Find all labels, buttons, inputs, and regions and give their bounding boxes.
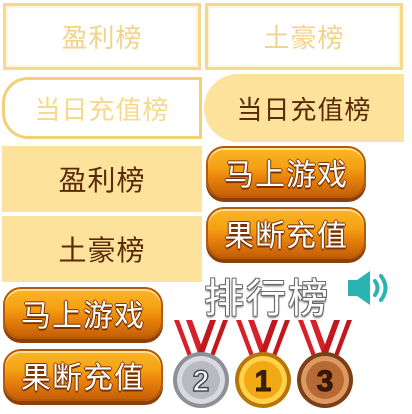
tab-label: 盈利榜 [58, 164, 146, 197]
button-label: 果断充值 [224, 219, 348, 254]
medal-rank-label: 3 [317, 365, 334, 398]
tab-label: 土豪榜 [58, 234, 146, 267]
button-label: 果断充值 [21, 361, 145, 396]
speaker-icon[interactable] [346, 268, 394, 308]
medal-bronze: 3 [290, 318, 360, 410]
tab-tycoon-active[interactable]: 土豪榜 [2, 216, 202, 282]
tab-tycoon-inactive[interactable]: 土豪榜 [205, 3, 403, 70]
medal-rank-label: 2 [193, 365, 210, 398]
play-now-button-2[interactable]: 马上游戏 [3, 287, 163, 339]
recharge-button-2[interactable]: 果断充值 [3, 349, 163, 401]
tab-daily-recharge-inactive[interactable]: 当日充值榜 [2, 77, 202, 139]
medal-rank-label: 1 [255, 365, 272, 398]
medal-gold: 1 [228, 318, 298, 410]
button-label: 马上游戏 [21, 299, 145, 334]
tab-profit-inactive[interactable]: 盈利榜 [3, 3, 201, 70]
tab-daily-recharge-active[interactable]: 当日充值榜 [204, 74, 404, 142]
tab-label: 盈利榜 [61, 24, 143, 54]
tab-profit-active[interactable]: 盈利榜 [2, 146, 202, 212]
tab-label: 土豪榜 [263, 24, 345, 54]
recharge-button[interactable]: 果断充值 [206, 207, 366, 259]
medal-silver: 2 [166, 318, 236, 410]
leaderboard-title: 排行榜 [204, 276, 330, 322]
button-label: 马上游戏 [224, 158, 348, 193]
tab-label: 当日充值榜 [236, 95, 372, 126]
tab-label: 当日充值榜 [34, 95, 170, 126]
play-now-button[interactable]: 马上游戏 [206, 146, 366, 198]
